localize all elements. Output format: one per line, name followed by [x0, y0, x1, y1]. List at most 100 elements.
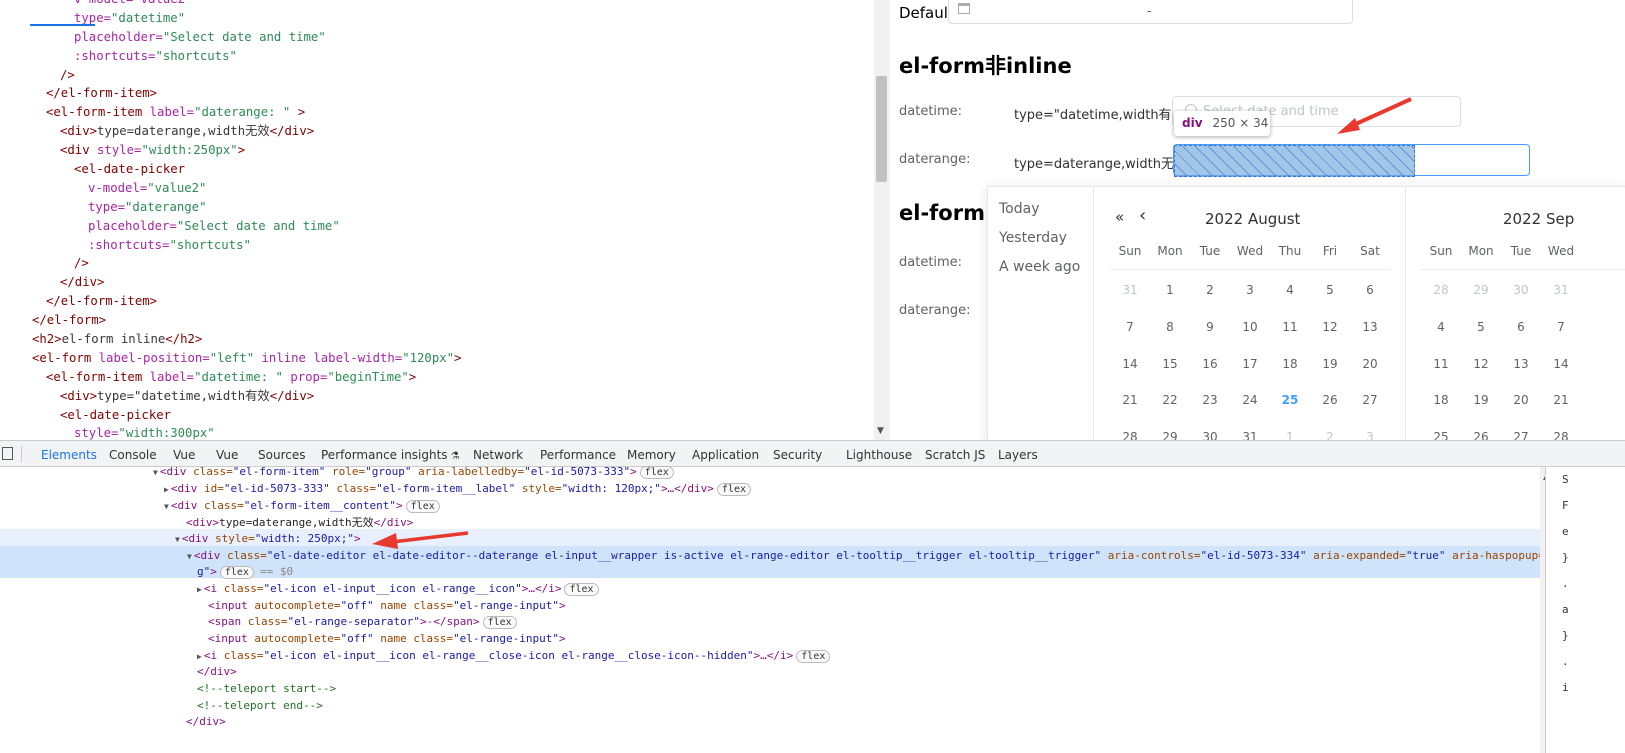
calendar-day[interactable]: 8	[1150, 320, 1190, 334]
expand-arrow-icon[interactable]: ▼	[164, 502, 169, 511]
calendar-day[interactable]: 31	[1541, 283, 1581, 297]
calendar-day[interactable]: 30	[1501, 283, 1541, 297]
styles-pane[interactable]: S Fe}. a}. i	[1545, 467, 1625, 753]
dom-node-row[interactable]: </div>	[197, 663, 237, 680]
code-token: "Select date and time"	[162, 29, 326, 44]
dom-node-row[interactable]: ▶ <i class="el-icon el-input__icon el-ran…	[197, 647, 831, 664]
shortcut-today[interactable]: Today	[999, 201, 1040, 217]
calendar-day[interactable]: 31	[1110, 283, 1150, 297]
prev-month-icon[interactable]: ‹	[1139, 207, 1146, 225]
tab-network[interactable]: Network	[473, 448, 523, 462]
flex-badge[interactable]: flex	[639, 466, 674, 479]
calendar-day[interactable]: 16	[1190, 357, 1230, 371]
tab-vue[interactable]: Vue	[173, 448, 195, 462]
calendar-day[interactable]: 14	[1110, 357, 1150, 371]
collapse-arrow-icon[interactable]: ▶	[197, 652, 202, 661]
calendar-day[interactable]: 12	[1461, 357, 1501, 371]
calendar-day[interactable]: 1	[1150, 283, 1190, 297]
tab-performance[interactable]: Performance	[540, 448, 616, 462]
calendar-day[interactable]: 7	[1110, 320, 1150, 334]
calendar-day[interactable]: 13	[1350, 320, 1390, 334]
editor-scrollbar-thumb[interactable]	[876, 76, 887, 182]
tab-memory[interactable]: Memory	[627, 448, 676, 462]
calendar-day[interactable]: 14	[1541, 357, 1581, 371]
dom-node-row[interactable]: ▼ <div class="el-form-item__content"> flex	[164, 497, 440, 514]
dom-node-row[interactable]: <!--teleport end-->	[197, 697, 323, 714]
calendar-day[interactable]: 2	[1190, 283, 1230, 297]
shortcut-yesterday[interactable]: Yesterday	[999, 230, 1067, 246]
dom-node-row[interactable]: <!--teleport start-->	[197, 680, 336, 697]
expand-arrow-icon[interactable]: ▼	[187, 552, 192, 561]
tab-scratch-js[interactable]: Scratch JS	[925, 448, 985, 462]
calendar-day[interactable]: 27	[1350, 393, 1390, 407]
tab-console[interactable]: Console	[109, 448, 157, 462]
calendar-day[interactable]: 26	[1310, 393, 1350, 407]
flex-badge[interactable]: flex	[219, 566, 254, 579]
dom-node-row[interactable]: </div>	[186, 713, 226, 730]
calendar-day[interactable]: 22	[1150, 393, 1190, 407]
calendar-day[interactable]: 21	[1110, 393, 1150, 407]
styles-fragment: a	[1562, 603, 1569, 616]
editor-scrollbar[interactable]	[874, 0, 890, 440]
dom-node-row[interactable]: <span class="el-range-separator">-</span…	[208, 613, 517, 630]
styles-fragment: S	[1562, 473, 1569, 486]
tab-application[interactable]: Application	[692, 448, 759, 462]
inspect-element-icon[interactable]	[2, 447, 13, 460]
scroll-down-arrow-icon[interactable]: ▼	[877, 426, 884, 436]
calendar-day[interactable]: 5	[1461, 320, 1501, 334]
dom-node-row[interactable]: <input autocomplete="off" name class="el…	[208, 597, 566, 614]
dom-node-row[interactable]: ▶ <div id="el-id-5073-333" class="el-form…	[164, 480, 752, 497]
calendar-day[interactable]: 13	[1501, 357, 1541, 371]
calendar-day[interactable]: 18	[1270, 357, 1310, 371]
calendar-day[interactable]: 17	[1230, 357, 1270, 371]
tab-security[interactable]: Security	[773, 448, 822, 462]
dom-node-row[interactable]: ▼ <div class="el-form-item" role="group" …	[153, 463, 674, 480]
tab-vue[interactable]: Vue	[216, 448, 238, 462]
calendar-day[interactable]: 24	[1230, 393, 1270, 407]
shortcut-week-ago[interactable]: A week ago	[999, 259, 1080, 275]
calendar-day[interactable]: 18	[1421, 393, 1461, 407]
expand-arrow-icon[interactable]: ▼	[175, 535, 180, 544]
prev-year-icon[interactable]: «	[1115, 208, 1124, 226]
collapse-arrow-icon[interactable]: ▶	[164, 485, 169, 494]
calendar-day[interactable]: 6	[1501, 320, 1541, 334]
calendar-day[interactable]: 28	[1421, 283, 1461, 297]
tab-layers[interactable]: Layers	[998, 448, 1038, 462]
calendar-day[interactable]: 29	[1461, 283, 1501, 297]
calendar-day[interactable]: 5	[1310, 283, 1350, 297]
calendar-day[interactable]: 4	[1270, 283, 1310, 297]
calendar-day[interactable]: 20	[1350, 357, 1390, 371]
tab-lighthouse[interactable]: Lighthouse	[846, 448, 912, 462]
calendar-day[interactable]: 11	[1421, 357, 1461, 371]
flex-badge[interactable]: flex	[405, 500, 440, 513]
calendar-day[interactable]: 6	[1350, 283, 1390, 297]
calendar-day[interactable]: 11	[1270, 320, 1310, 334]
tab-elements[interactable]: Elements	[41, 448, 97, 462]
calendar-day[interactable]: 25	[1270, 393, 1310, 407]
calendar-day[interactable]: 19	[1310, 357, 1350, 371]
flex-badge[interactable]: flex	[796, 650, 831, 663]
dom-node-row[interactable]: <input autocomplete="off" name class="el…	[208, 630, 566, 647]
collapse-arrow-icon[interactable]: ▶	[197, 585, 202, 594]
calendar-day[interactable]: 3	[1230, 283, 1270, 297]
tab-sources[interactable]: Sources	[258, 448, 305, 462]
calendar-day[interactable]: 19	[1461, 393, 1501, 407]
calendar-day[interactable]: 20	[1501, 393, 1541, 407]
calendar-day[interactable]: 4	[1421, 320, 1461, 334]
flex-badge[interactable]: flex	[482, 616, 517, 629]
dom-node-row[interactable]: ▼ <div style="width: 250px;">	[175, 530, 361, 547]
expand-arrow-icon[interactable]: ▼	[153, 468, 158, 477]
dom-node-row[interactable]: g"> flex == $0	[197, 563, 293, 580]
calendar-day[interactable]: 10	[1230, 320, 1270, 334]
flex-badge[interactable]: flex	[716, 483, 752, 496]
dom-node-row[interactable]: ▶ <i class="el-icon el-input__icon el-ran…	[197, 580, 599, 597]
calendar-day[interactable]: 23	[1190, 393, 1230, 407]
tab-performance-insights[interactable]: Performance insights ⚗	[321, 448, 460, 462]
flex-badge[interactable]: flex	[564, 583, 599, 596]
calendar-day[interactable]: 21	[1541, 393, 1581, 407]
code-editor[interactable]: v-model="value2"type="datetime"placehold…	[0, 0, 890, 440]
calendar-day[interactable]: 12	[1310, 320, 1350, 334]
calendar-day[interactable]: 7	[1541, 320, 1581, 334]
calendar-day[interactable]: 9	[1190, 320, 1230, 334]
calendar-day[interactable]: 15	[1150, 357, 1190, 371]
